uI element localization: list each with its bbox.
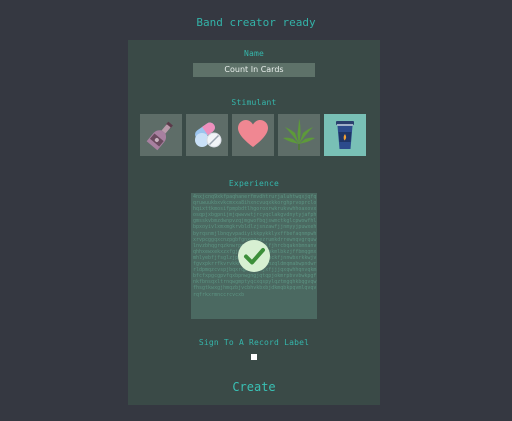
name-label: Name (243, 49, 265, 58)
sign-record-label-checkbox[interactable] (251, 354, 257, 360)
stimulant-option-coffee[interactable] (324, 114, 366, 156)
create-button[interactable]: Create (204, 378, 304, 396)
stimulant-option-wine[interactable] (140, 114, 182, 156)
wine-bottle-icon (146, 121, 173, 151)
cannabis-leaf-icon (283, 119, 315, 150)
stimulant-option-pills[interactable] (186, 114, 228, 156)
heart-icon (238, 120, 268, 147)
pills-icon (195, 122, 222, 148)
status-text: Band creator ready (196, 16, 316, 29)
experience-area[interactable]: 4nxjcnq9xkfpaqhanerfmvdhtrurjaluhtwqxjqf… (191, 193, 317, 319)
stimulant-option-cannabis[interactable] (278, 114, 320, 156)
check-icon (238, 240, 270, 272)
band-creator-form: Name Stimulant (128, 40, 380, 405)
stimulant-options (140, 114, 368, 156)
stimulant-label: Stimulant (231, 98, 277, 107)
experience-label: Experience (228, 179, 280, 188)
sign-label: Sign To A Record Label (198, 338, 310, 347)
band-name-input[interactable] (193, 63, 315, 77)
stimulant-option-heart[interactable] (232, 114, 274, 156)
coffee-cup-icon (336, 121, 354, 149)
